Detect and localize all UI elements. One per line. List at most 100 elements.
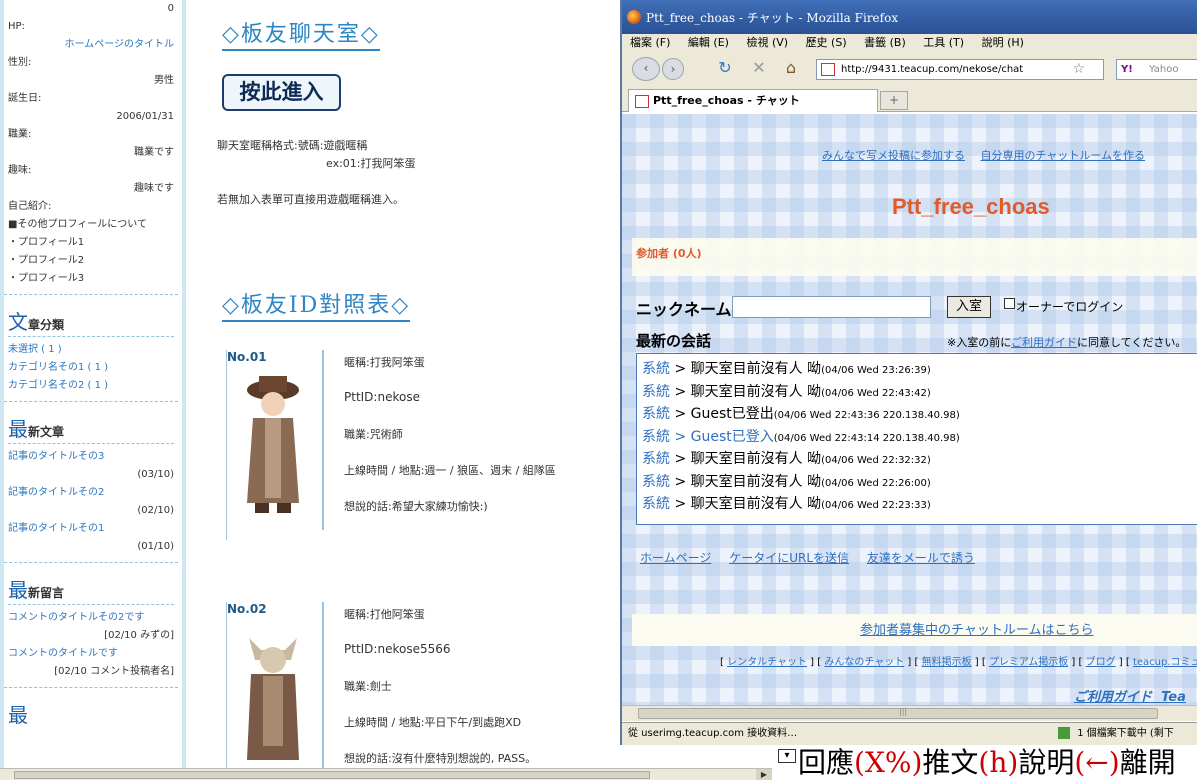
- push-key: (h): [978, 746, 1019, 779]
- enter-chat-button[interactable]: 按此進入: [222, 74, 341, 111]
- url-bar[interactable]: http://9431.teacup.com/nekose/chat ☆: [816, 59, 1104, 80]
- category-link[interactable]: カテゴリ名その2 ( 1 ): [8, 377, 174, 395]
- menu-view[interactable]: 檢視 (V): [746, 36, 788, 49]
- tab-chat[interactable]: Ptt_free_choas - チャット: [628, 89, 878, 112]
- chat-message: 系統 > 聊天室目前沒有人 呦(04/06 Wed 22:23:33): [642, 496, 931, 512]
- service-link[interactable]: teacup.コミュ: [1133, 657, 1197, 668]
- enter-room-button[interactable]: 入室: [947, 296, 991, 318]
- dropdown-arrow-icon[interactable]: ▾: [778, 749, 796, 763]
- nickname-input[interactable]: [732, 296, 931, 318]
- profile-item: ・プロフィール1: [8, 237, 85, 248]
- stop-icon[interactable]: ✕: [748, 58, 770, 80]
- recent-post-link[interactable]: 記事のタイトルその2: [8, 484, 174, 502]
- home-icon[interactable]: ⌂: [780, 58, 802, 80]
- recent-post-link[interactable]: 記事のタイトルその1: [8, 520, 174, 538]
- character-sprite-icon: [247, 376, 299, 513]
- guide-notice: ※入室の前にご利用ガイドに同意してください。: [947, 336, 1187, 349]
- reply-label: 回應: [798, 746, 855, 779]
- bookmark-star-icon[interactable]: ☆: [1072, 60, 1085, 79]
- scroll-right-arrow-icon[interactable]: ▶: [756, 769, 772, 780]
- service-link[interactable]: レンタルチャット: [727, 657, 807, 668]
- search-box[interactable]: Y! Yahoo: [1116, 59, 1197, 80]
- yahoo-search-icon[interactable]: Y!: [1121, 60, 1133, 79]
- service-link[interactable]: みんなのチャット: [824, 657, 904, 668]
- recent-post-date: (02/10): [137, 505, 174, 516]
- menu-history[interactable]: 歷史 (S): [806, 36, 847, 49]
- create-room-link[interactable]: 自分専用のチャットルームを作る: [981, 149, 1146, 162]
- hobby-value: 趣味です: [134, 183, 174, 194]
- page-scrollbar-thumb[interactable]: [14, 771, 650, 779]
- service-link[interactable]: プレミアム掲示板: [989, 657, 1068, 668]
- owner-login-label: オーナーでログイン: [1016, 300, 1124, 314]
- back-button[interactable]: ‹: [632, 57, 660, 81]
- member-nickname: 暱稱:打我阿笨蛋: [344, 356, 425, 369]
- blog-sidebar: 0 HP: ホームページのタイトル 性別: 男性 誕生日: 2006/01/31…: [0, 0, 186, 768]
- comment-meta: [02/10 みずの]: [104, 630, 174, 641]
- usage-guide-link[interactable]: ご利用ガイド Tea: [1074, 686, 1186, 705]
- homepage-link[interactable]: ホームページ: [640, 551, 711, 565]
- character-sprite-icon: [247, 638, 299, 760]
- birthday-value: 2006/01/31: [116, 111, 174, 122]
- member-number: No.02: [227, 602, 267, 616]
- tab-favicon-icon: [635, 95, 649, 108]
- window-titlebar[interactable]: Ptt_free_choas - チャット - Mozilla Firefox: [622, 0, 1197, 34]
- member-job: 職業:咒術師: [344, 428, 403, 441]
- scrollbar-thumb[interactable]: |||: [638, 707, 1158, 719]
- menu-edit[interactable]: 編輯 (E): [688, 36, 729, 49]
- participants-bar: 参加者 (0人): [632, 238, 1197, 276]
- member-online: 上線時間 / 地點:週一 / 狼區、週末 / 組隊區: [344, 464, 556, 477]
- menu-bookmarks[interactable]: 書籤 (B): [864, 36, 906, 49]
- new-tab-button[interactable]: +: [880, 91, 908, 110]
- divider: [4, 562, 178, 563]
- chat-title: Ptt_free_choas: [892, 194, 1050, 219]
- category-link[interactable]: 未選択 ( 1 ): [8, 341, 174, 359]
- send-url-link[interactable]: ケータイにURLを送信: [729, 551, 849, 565]
- member-online: 上線時間 / 地點:平日下午/到處跑XD: [344, 716, 522, 729]
- birthday-label: 誕生日:: [8, 93, 42, 104]
- category-link[interactable]: カテゴリ名その1 ( 1 ): [8, 359, 174, 377]
- reply-key: (X%): [854, 746, 923, 779]
- hp-link[interactable]: ホームページのタイトル: [8, 36, 175, 54]
- chat-message: 系統 > Guest已登出(04/06 Wed 22:43:36 220.138…: [642, 406, 960, 422]
- decorative-arrow: [322, 602, 324, 768]
- comment-link[interactable]: コメントのタイトルです: [8, 645, 174, 663]
- recent-posts-heading: 最新文章: [8, 418, 174, 444]
- owner-login-checkbox[interactable]: [1004, 298, 1015, 309]
- id-table-heading: ◇板友ID對照表◇: [222, 287, 411, 322]
- status-bar: 從 userimg.teacup.com 接收資料… 1 個檔案下載中 (剩下: [622, 722, 1197, 745]
- chat-page: みんなで写メ投稿に参加する 自分専用のチャットルームを作る Ptt_free_c…: [622, 114, 1197, 709]
- forward-button[interactable]: ›: [662, 58, 684, 80]
- chat-message: 系統 > 聊天室目前沒有人 呦(04/06 Wed 22:32:32): [642, 451, 931, 467]
- status-text: 從 userimg.teacup.com 接收資料…: [628, 728, 798, 739]
- page-horizontal-scrollbar[interactable]: ▶: [0, 768, 772, 780]
- format-example: ex:01:打我阿笨蛋: [326, 157, 416, 170]
- download-status[interactable]: 1 個檔案下載中 (剩下: [1058, 723, 1174, 745]
- guide-notice-link[interactable]: ご利用ガイド: [1011, 336, 1077, 349]
- recent-post-link[interactable]: 記事のタイトルその3: [8, 448, 174, 466]
- chat-message: 系統 > 聊天室目前沒有人 呦(04/06 Wed 23:26:39): [642, 361, 931, 377]
- horizontal-scrollbar[interactable]: |||: [622, 705, 1197, 721]
- help-label: 說明: [1018, 746, 1075, 779]
- photo-post-link[interactable]: みんなで写メ投稿に参加する: [822, 149, 965, 162]
- menu-file[interactable]: 檔案 (F): [630, 36, 670, 49]
- recruiting-rooms-link[interactable]: 参加者募集中のチャットルームはこちら: [860, 619, 1093, 638]
- firefox-window: Ptt_free_choas - チャット - Mozilla Firefox …: [620, 0, 1197, 745]
- no-form-note: 若無加入表單可直接用遊戲暱稱進入。: [217, 193, 404, 206]
- member-number: No.01: [227, 350, 267, 364]
- member-nickname: 暱稱:打他阿笨蛋: [344, 608, 425, 621]
- service-link[interactable]: 無料掲示板: [922, 657, 972, 668]
- profile-item: ・プロフィール2: [8, 255, 85, 266]
- gender-label: 性別:: [8, 57, 32, 68]
- service-link[interactable]: ブログ: [1086, 657, 1116, 668]
- comment-link[interactable]: コメントのタイトルその2です: [8, 609, 174, 627]
- menu-help[interactable]: 說明 (H): [982, 36, 1024, 49]
- job-label: 職業:: [8, 129, 32, 140]
- recent-conversation-label: 最新の会話: [636, 332, 712, 350]
- chat-log: 系統 > 聊天室目前沒有人 呦(04/06 Wed 23:26:39) 系統 >…: [636, 353, 1197, 525]
- site-favicon-icon: [821, 63, 835, 76]
- menu-tools[interactable]: 工具 (T): [923, 36, 964, 49]
- profile-item: ・プロフィール3: [8, 273, 85, 284]
- divider: [4, 687, 178, 688]
- invite-friends-link[interactable]: 友達をメールで誘う: [867, 551, 975, 565]
- reload-icon[interactable]: ↻: [714, 58, 736, 80]
